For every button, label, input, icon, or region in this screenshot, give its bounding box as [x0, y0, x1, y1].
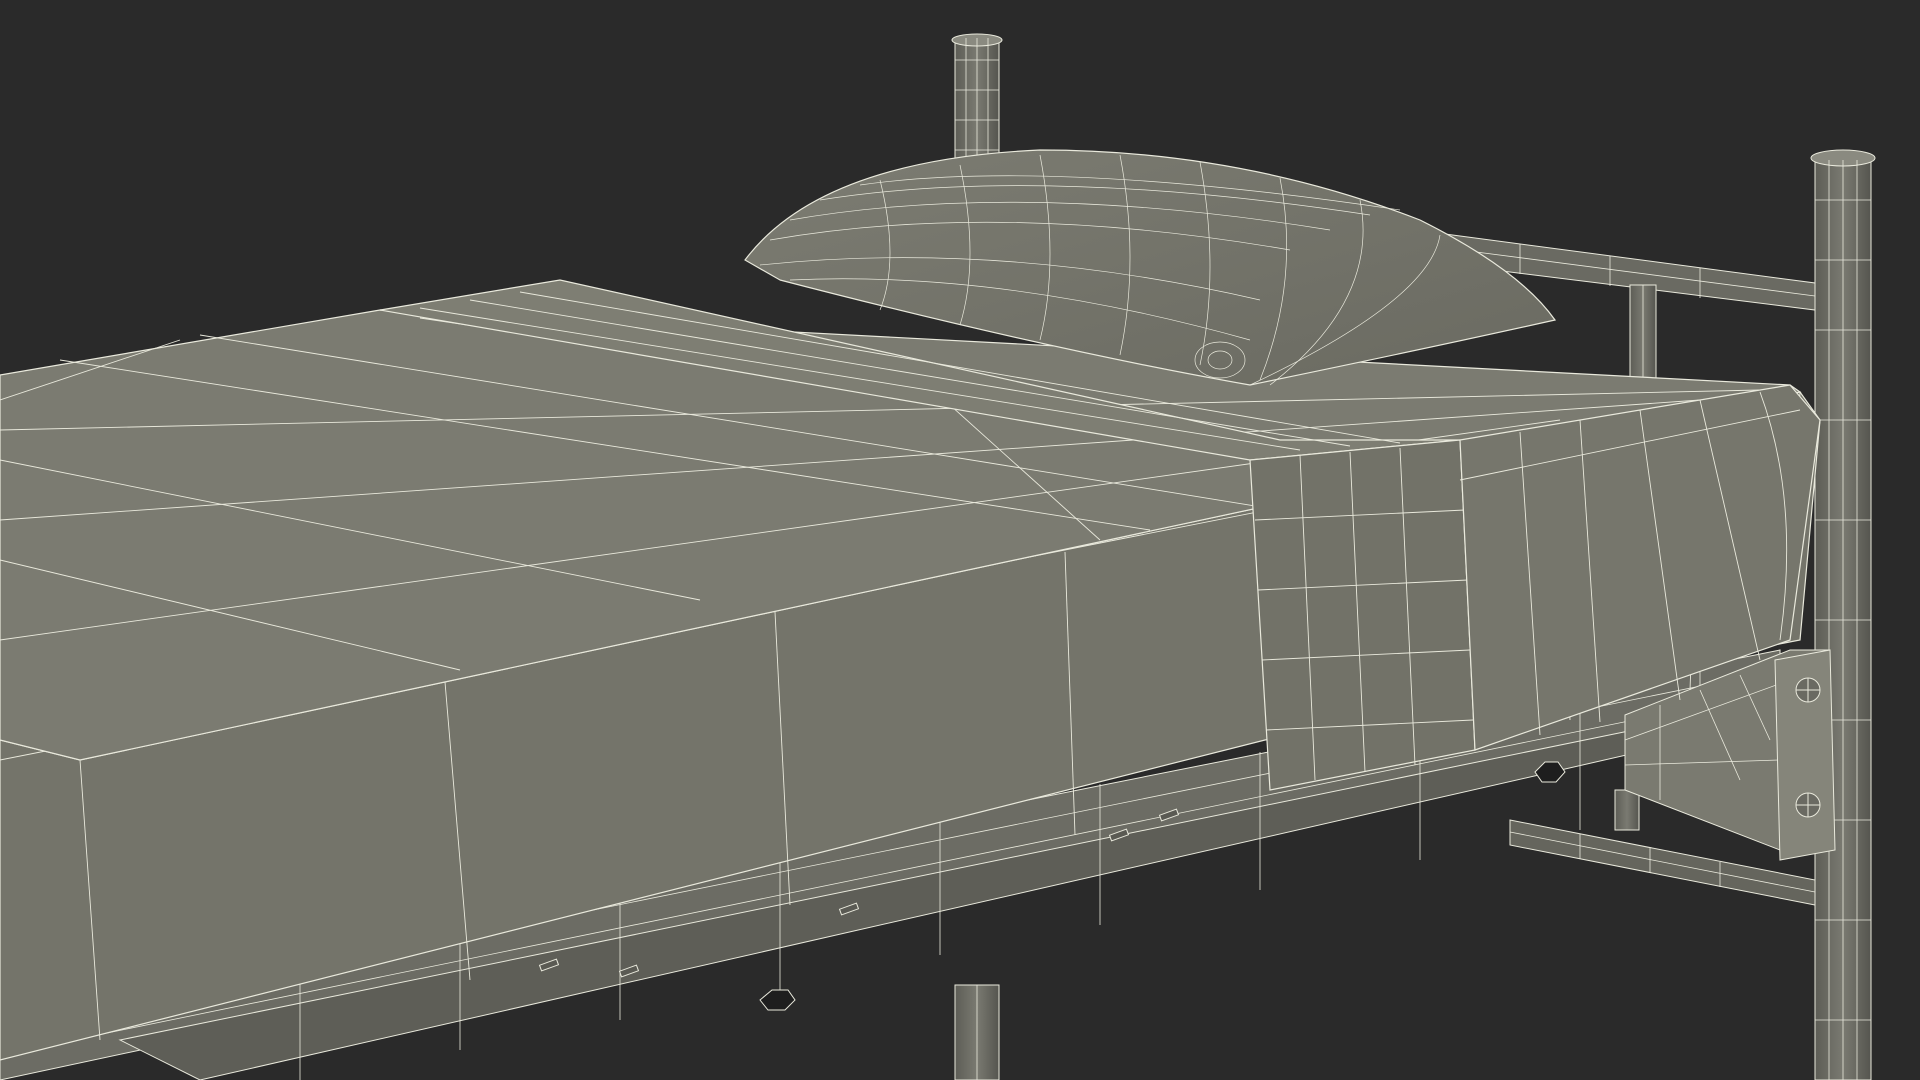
headboard-post-front	[1810, 149, 1876, 1080]
headboard-post-back	[951, 33, 1003, 169]
frame-leg-middle	[954, 984, 1000, 1080]
wireframe-scene	[0, 0, 1920, 1080]
render-viewport	[0, 0, 1920, 1080]
